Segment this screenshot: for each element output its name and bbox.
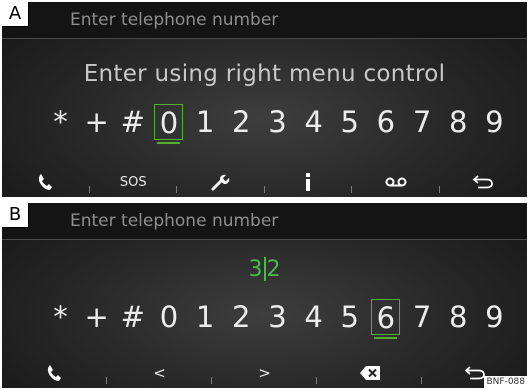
key-hash[interactable]: # (118, 104, 147, 140)
voicemail-button[interactable] (352, 167, 440, 197)
key-3[interactable]: 3 (263, 104, 292, 140)
left-arrow-icon: < (153, 364, 166, 382)
cursor-left-button[interactable]: < (107, 358, 212, 388)
entered-digits-after-cursor: 2 (266, 257, 281, 282)
right-arrow-icon: > (258, 364, 271, 382)
phone-number-header: Enter telephone number (2, 203, 527, 240)
text-cursor (263, 257, 266, 281)
phone-icon (38, 174, 52, 190)
entered-digits-before-cursor: 3 (248, 257, 263, 282)
back-button[interactable] (440, 167, 528, 197)
voicemail-icon (385, 177, 407, 187)
sos-label: SOS (119, 174, 147, 190)
focus-underline (374, 337, 398, 339)
key-7[interactable]: 7 (408, 104, 437, 140)
key-4[interactable]: 4 (299, 104, 328, 140)
key-6[interactable]: 6 (371, 104, 400, 140)
keypad-row: * + # 0 1 2 3 4 5 6 7 8 9 (46, 104, 509, 144)
key-1[interactable]: 1 (191, 104, 220, 140)
key-3[interactable]: 3 (263, 299, 292, 335)
key-2[interactable]: 2 (227, 104, 256, 140)
key-1[interactable]: 1 (191, 299, 220, 335)
cursor-right-button[interactable]: > (212, 358, 317, 388)
key-2[interactable]: 2 (227, 299, 256, 335)
key-5[interactable]: 5 (335, 104, 364, 140)
settings-button[interactable] (177, 167, 265, 197)
panel-a: A Enter telephone number Enter using rig… (2, 2, 527, 197)
panel-letter-b: B (2, 203, 29, 228)
key-9[interactable]: 9 (480, 104, 509, 140)
softkey-bar: < > (2, 358, 527, 388)
figure-code: BNF-088 (484, 376, 527, 388)
phone-icon (47, 365, 61, 381)
key-9[interactable]: 9 (480, 299, 509, 335)
wrench-icon (211, 174, 230, 191)
key-4[interactable]: 4 (299, 299, 328, 335)
key-7[interactable]: 7 (408, 299, 437, 335)
delete-button[interactable] (317, 358, 422, 388)
key-hash[interactable]: # (118, 299, 147, 335)
key-star[interactable]: * (46, 104, 75, 140)
header-title: Enter telephone number (70, 10, 279, 30)
key-8[interactable]: 8 (444, 299, 473, 335)
back-icon (472, 175, 494, 189)
key-plus[interactable]: + (82, 299, 111, 335)
header-title: Enter telephone number (70, 211, 279, 231)
key-label: 6 (376, 301, 396, 335)
key-plus[interactable]: + (82, 104, 111, 140)
sos-button[interactable]: SOS (90, 167, 178, 197)
keypad-row: * + # 0 1 2 3 4 5 6 7 8 9 (46, 299, 509, 339)
back-icon (464, 366, 485, 380)
backspace-icon (359, 366, 380, 380)
info-button[interactable] (265, 167, 353, 197)
key-0[interactable]: 0 (154, 104, 184, 144)
key-6[interactable]: 6 (371, 299, 401, 339)
key-label: 0 (159, 106, 179, 140)
softkey-bar: SOS (2, 167, 527, 197)
info-icon (306, 173, 311, 191)
key-8[interactable]: 8 (444, 104, 473, 140)
key-0[interactable]: 0 (154, 299, 183, 335)
panel-letter-a: A (2, 2, 29, 27)
call-button[interactable] (2, 358, 107, 388)
key-star[interactable]: * (46, 299, 75, 335)
key-5[interactable]: 5 (335, 299, 364, 335)
call-button[interactable] (2, 167, 90, 197)
focus-underline (157, 142, 181, 144)
phone-number-header: Enter telephone number (2, 2, 527, 39)
panel-b: B Enter telephone number 32 * + # 0 1 2 … (2, 203, 527, 388)
input-hint: Enter using right menu control (83, 61, 446, 87)
entered-number: 32 (2, 257, 527, 282)
